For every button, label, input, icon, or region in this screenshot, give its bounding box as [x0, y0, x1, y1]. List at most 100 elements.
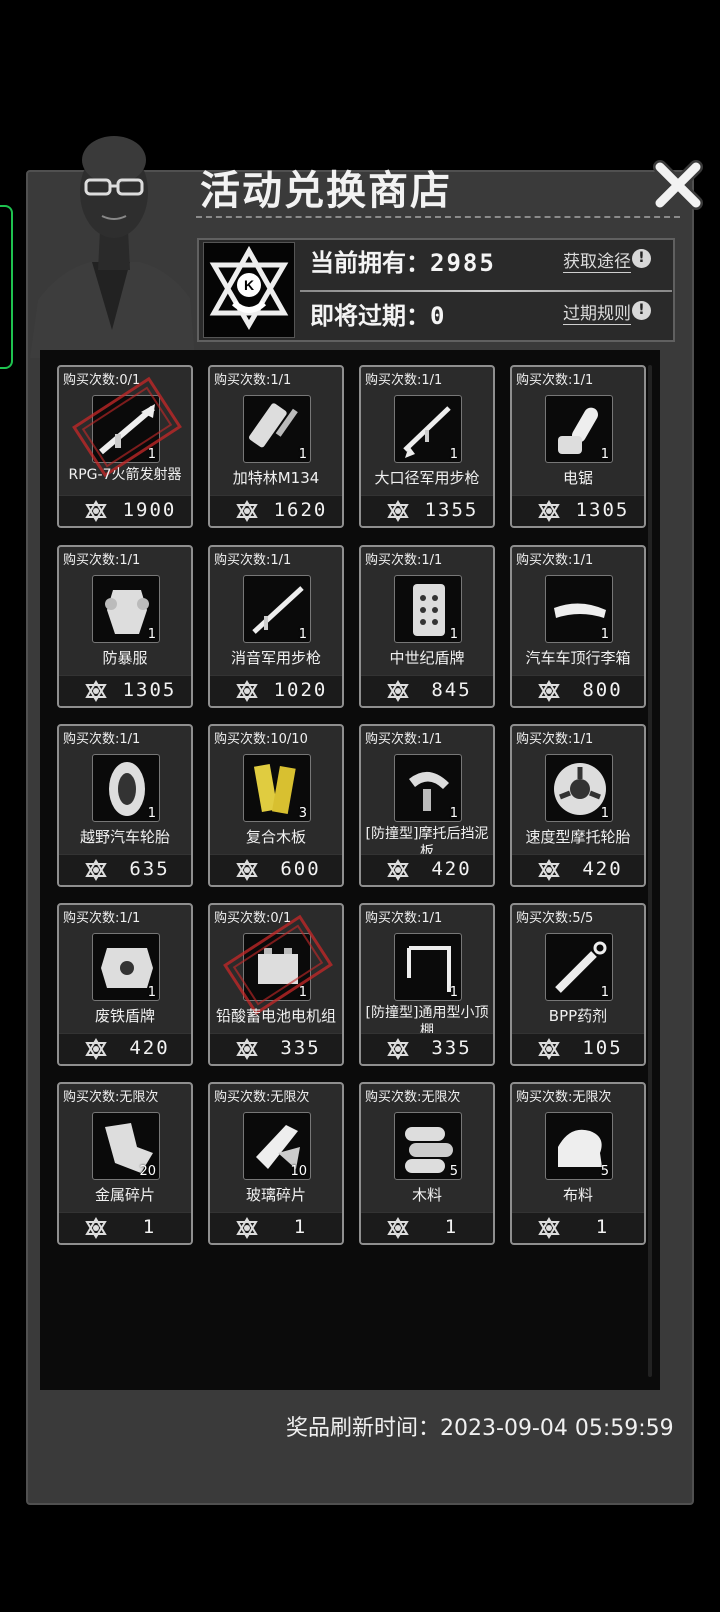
item-icon-frame: 1 [394, 933, 462, 1001]
price-bar: 845 [361, 675, 493, 706]
refresh-label: 奖品刷新时间： [286, 1416, 441, 1441]
refresh-time-line: 奖品刷新时间：2023-09-04 05:59:59 [286, 1410, 674, 1442]
shop-item-card[interactable]: 购买次数:1/1 1 汽车车顶行李箱 800 [510, 545, 646, 708]
item-icon-frame: 1 [243, 575, 311, 643]
price-bar: 1 [59, 1212, 191, 1243]
item-price: 845 [431, 679, 472, 701]
shop-item-card[interactable]: 购买次数:10/10 3 复合木板 600 [208, 724, 344, 887]
purchase-limit: 购买次数:1/1 [516, 732, 594, 747]
shop-item-card[interactable]: 购买次数:无限次 5 布料 1 [510, 1082, 646, 1245]
item-quantity: 5 [449, 1164, 458, 1179]
shop-item-card[interactable]: 购买次数:无限次 5 木料 1 [359, 1082, 495, 1245]
purchase-limit: 购买次数:1/1 [214, 553, 292, 568]
item-icon-frame: 1 [92, 575, 160, 643]
purchase-limit: 购买次数:1/1 [365, 732, 443, 747]
token-icon [236, 680, 258, 702]
price-bar: 335 [210, 1033, 342, 1064]
item-price: 420 [431, 858, 472, 880]
item-quantity: 1 [600, 447, 609, 462]
shop-item-card[interactable]: 购买次数:1/1 1 废铁盾牌 420 [57, 903, 193, 1066]
shop-item-card[interactable]: 购买次数:1/1 1 电锯 1305 [510, 365, 646, 528]
item-name: RPG-7火箭发射器 [68, 467, 182, 483]
owned-label: 当前拥有： [310, 249, 430, 277]
item-icon-frame: 1 [92, 754, 160, 822]
shop-item-card[interactable]: 购买次数:1/1 1 加特林M134 1620 [208, 365, 344, 528]
price-bar: 1020 [210, 675, 342, 706]
item-price: 635 [129, 858, 170, 880]
side-tab-edge [0, 205, 13, 369]
purchase-limit: 购买次数:1/1 [63, 732, 141, 747]
item-name: BPP药剂 [548, 1007, 608, 1025]
item-name: 消音军用步枪 [230, 649, 321, 667]
price-bar: 1 [210, 1212, 342, 1243]
item-icon-frame: 10 [243, 1112, 311, 1180]
item-price: 1305 [575, 499, 630, 521]
item-quantity: 1 [298, 447, 307, 462]
shop-item-card[interactable]: 购买次数:1/1 1 [防撞型]摩托后挡泥板 420 [359, 724, 495, 887]
item-name: 防暴服 [102, 649, 148, 667]
shop-item-card[interactable]: 购买次数:1/1 1 大口径军用步枪 1355 [359, 365, 495, 528]
expiring-value: 0 [430, 302, 447, 330]
item-price: 1355 [424, 499, 479, 521]
shop-item-card[interactable]: 购买次数:1/1 1 消音军用步枪 1020 [208, 545, 344, 708]
item-quantity: 20 [139, 1164, 156, 1179]
shop-item-card[interactable]: 购买次数:1/1 1 越野汽车轮胎 635 [57, 724, 193, 887]
item-name: 复合木板 [245, 828, 306, 846]
item-quantity: 1 [600, 985, 609, 1000]
item-price: 600 [280, 858, 321, 880]
price-bar: 420 [512, 854, 644, 885]
item-icon-frame: 1 [545, 754, 613, 822]
refresh-time-value: 2023-09-04 05:59:59 [440, 1416, 674, 1441]
shop-item-card[interactable]: 购买次数:1/1 1 速度型摩托轮胎 420 [510, 724, 646, 887]
owned-value: 2985 [430, 249, 496, 277]
expiry-rules-link[interactable]: 过期规则 [563, 299, 631, 325]
close-icon[interactable] [650, 157, 706, 213]
shop-item-card[interactable]: 购买次数:无限次 10 玻璃碎片 1 [208, 1082, 344, 1245]
item-icon-frame: 1 [394, 754, 462, 822]
token-icon [538, 1038, 560, 1060]
item-icon-frame: 1 [545, 575, 613, 643]
purchase-limit: 购买次数:1/1 [516, 553, 594, 568]
purchase-limit: 购买次数:无限次 [365, 1090, 461, 1105]
price-bar: 1 [361, 1212, 493, 1243]
expiring-line: 即将过期：0 [310, 296, 446, 331]
purchase-limit: 购买次数:0/1 [63, 373, 141, 388]
obtain-info-icon[interactable]: ! [632, 249, 651, 268]
item-price: 800 [582, 679, 623, 701]
item-quantity: 1 [147, 985, 156, 1000]
expiring-label: 即将过期： [310, 302, 430, 330]
purchase-limit: 购买次数:5/5 [516, 911, 594, 926]
title-divider [196, 216, 680, 218]
event-token-icon: K [203, 242, 295, 338]
price-bar: 1355 [361, 495, 493, 526]
shop-item-card[interactable]: 购买次数:1/1 1 [防撞型]通用型小顶棚 335 [359, 903, 495, 1066]
item-name: 速度型摩托轮胎 [525, 828, 631, 846]
token-icon [387, 859, 409, 881]
expiry-info-icon[interactable]: ! [632, 301, 651, 320]
shop-item-card[interactable]: 购买次数:1/1 1 中世纪盾牌 845 [359, 545, 495, 708]
grid-scrollbar[interactable] [648, 365, 652, 1377]
shop-item-card[interactable]: 购买次数:5/5 1 BPP药剂 105 [510, 903, 646, 1066]
item-quantity: 3 [298, 806, 307, 821]
price-bar: 105 [512, 1033, 644, 1064]
item-icon-frame: 20 [92, 1112, 160, 1180]
item-price: 420 [129, 1037, 170, 1059]
price-bar: 1305 [512, 495, 644, 526]
token-icon [538, 680, 560, 702]
shop-item-card[interactable]: 购买次数:0/1 1 RPG-7火箭发射器 1900 [57, 365, 193, 528]
price-bar: 420 [59, 1033, 191, 1064]
purchase-limit: 购买次数:1/1 [63, 553, 141, 568]
purchase-limit: 购买次数:1/1 [365, 553, 443, 568]
item-quantity: 5 [600, 1164, 609, 1179]
purchase-limit: 购买次数:0/1 [214, 911, 292, 926]
item-price: 1900 [122, 499, 177, 521]
shop-item-card[interactable]: 购买次数:无限次 20 金属碎片 1 [57, 1082, 193, 1245]
obtain-link[interactable]: 获取途径 [563, 247, 631, 273]
purchase-limit: 购买次数:1/1 [365, 373, 443, 388]
item-quantity: 1 [298, 985, 307, 1000]
purchase-limit: 购买次数:1/1 [365, 911, 443, 926]
item-icon-frame: 5 [394, 1112, 462, 1180]
shop-item-card[interactable]: 购买次数:1/1 1 防暴服 1305 [57, 545, 193, 708]
shop-item-card[interactable]: 购买次数:0/1 1 铅酸蓄电池电机组 335 [208, 903, 344, 1066]
token-icon [387, 1038, 409, 1060]
